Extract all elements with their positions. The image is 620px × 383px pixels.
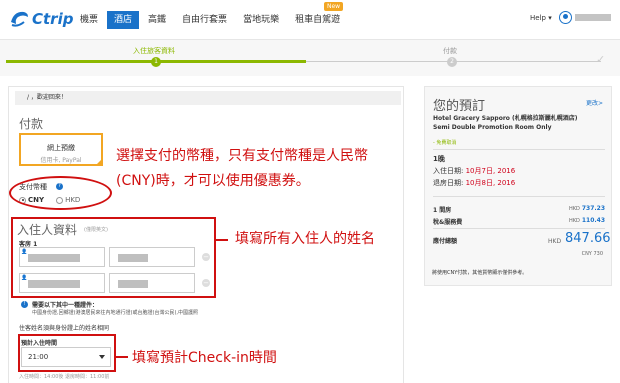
nav-trains[interactable]: 高鐵: [141, 11, 173, 29]
top-header: Ctrip 機票 酒店 高鐵 自由行套票 當地玩樂 租車自駕遊 New Help…: [0, 0, 620, 40]
checkmark-icon: ✓: [596, 53, 606, 66]
guest2-last-name-field[interactable]: 👤: [19, 273, 105, 293]
checkin-date-label: 入住日期:: [433, 167, 464, 175]
checkin-note: 入住時間：14:00後 退房時間：11:00前: [19, 374, 110, 380]
step1-label: 入住旅客資料: [133, 47, 175, 55]
total-cny: CNY 730: [581, 251, 603, 257]
pay-online-option[interactable]: 網上預繳 信用卡, PayPal: [19, 133, 103, 166]
guest2-first-name-field[interactable]: [109, 273, 195, 293]
room-price: 737.23: [581, 205, 605, 212]
nav-packages[interactable]: 自由行套票: [175, 11, 234, 29]
nav-flights[interactable]: 機票: [73, 11, 105, 29]
tax-label: 稅&服務費: [433, 219, 463, 226]
guest-subtitle: (僅限英文): [84, 227, 108, 233]
room-price-currency: HKD: [568, 206, 580, 212]
welcome-bar: / ，歡迎回來！: [15, 91, 401, 105]
id-requirement-text: 中國身份證,回鄉證(港澳居民來往內地通行證)或台胞證(台灣公民),中國護照: [32, 310, 198, 316]
room-price-label: 1 間房: [433, 207, 452, 214]
remove-guest-icon[interactable]: −: [202, 279, 210, 287]
divider: [433, 228, 605, 229]
checkin-time-value: 21:00: [28, 353, 49, 361]
divider: [433, 149, 605, 150]
annotation-ellipse: [9, 176, 112, 210]
redacted-text: [118, 254, 148, 262]
guest1-first-name-field[interactable]: [109, 247, 195, 267]
nav-car-rental[interactable]: 租車自駕遊 New: [288, 2, 347, 29]
checkin-date-row: 入住日期: 10月7日, 2016: [433, 166, 515, 176]
divider: [433, 196, 605, 197]
main-nav: 機票 酒店 高鐵 自由行套票 當地玩樂 租車自駕遊 New: [73, 2, 349, 29]
checkin-date: 10月7日, 2016: [465, 167, 516, 175]
nav-activities[interactable]: 當地玩樂: [236, 11, 286, 29]
info-icon: !: [21, 301, 28, 308]
total-amount: 847.66: [565, 231, 611, 246]
brand-name: Ctrip: [32, 10, 74, 28]
nav-hotels[interactable]: 酒店: [107, 11, 140, 29]
dolphin-logo-icon: [11, 11, 28, 27]
change-link[interactable]: 更改>: [586, 98, 603, 107]
remove-guest-icon[interactable]: −: [202, 253, 210, 261]
pay-online-label: 網上預繳: [47, 144, 75, 152]
pay-online-sub: 信用卡, PayPal: [40, 157, 82, 164]
ctrip-logo[interactable]: Ctrip: [8, 8, 73, 30]
redacted-text: [118, 280, 148, 288]
annotation-connector: [216, 239, 228, 241]
person-icon: 👤: [21, 275, 28, 281]
booking-form: / ，歡迎回來！ 付款 網上預繳 信用卡, PayPal 支付幣種 ? CNY …: [8, 86, 404, 383]
nights-count: 1晚: [433, 155, 445, 163]
payment-title: 付款: [19, 117, 44, 131]
checkout-date: 10月8日, 2016: [465, 179, 516, 187]
guest-title: 入住人資料: [17, 223, 78, 237]
nav-car-rental-label: 租車自駕遊: [295, 15, 341, 25]
tax-row: 稅&服務費 HKD 110.43: [433, 217, 605, 226]
annotation-connector: [116, 356, 128, 358]
annotation-checkin: 填寫預計Check-in時間: [132, 350, 277, 366]
redacted-text: [28, 280, 80, 288]
help-label: Help: [530, 14, 546, 22]
chevron-down-icon: [99, 355, 105, 359]
checkin-time-label: 預計入住時間: [21, 340, 58, 347]
redacted-text: [28, 254, 80, 262]
user-avatar-icon[interactable]: [559, 11, 572, 24]
total-currency: HKD: [548, 238, 562, 245]
help-menu[interactable]: Help ▾: [530, 14, 552, 22]
id-requirement: ! 需要以下其中一種證件：: [21, 300, 98, 309]
total-label: 應付總額: [433, 238, 458, 245]
free-cancel-tag: - 免費取消: [433, 140, 457, 146]
step2-label: 付款: [443, 47, 457, 55]
hotel-name: Hotel Gracery Sapporo (札幌格拉斯麗札幌酒店): [433, 115, 578, 122]
checkin-time-select[interactable]: 21:00: [21, 347, 111, 367]
new-badge: New: [324, 2, 344, 11]
room-type: Semi Double Promotion Room Only: [433, 124, 552, 131]
booking-summary: 您的預訂 更改> Hotel Gracery Sapporo (札幌格拉斯麗札幌…: [424, 86, 612, 286]
booking-progress: 入住旅客資料 付款 1 2 ✓: [0, 40, 620, 76]
room-price-row: 1 間房 HKD 737.23: [433, 205, 605, 214]
selected-corner-icon: [95, 158, 103, 166]
id-requirement-title: 需要以下其中一種證件：: [32, 302, 99, 309]
user-name-redacted[interactable]: [575, 14, 611, 21]
step2-circle: 2: [447, 57, 457, 67]
name-note: 住客姓名須與身份證上的姓名相同: [19, 325, 110, 332]
tax-amount: 110.43: [581, 217, 605, 224]
person-icon: 👤: [21, 249, 28, 255]
currency-note: 將使用CNY付款，其他貨幣顯示僅供參考。: [432, 270, 528, 276]
annotation-guest-names: 填寫所有入住人的姓名: [235, 231, 375, 247]
guest1-last-name-field[interactable]: 👤: [19, 247, 105, 267]
summary-title: 您的預訂: [433, 99, 486, 114]
annotation-currency: 選擇支付的幣種，只有支付幣種是人民幣(CNY)時，才可以使用優惠券。: [116, 148, 368, 189]
checkout-date-label: 退房日期:: [433, 179, 464, 187]
tax-currency: HKD: [568, 218, 580, 224]
step1-circle: 1: [151, 57, 161, 67]
checkout-date-row: 退房日期: 10月8日, 2016: [433, 178, 515, 188]
